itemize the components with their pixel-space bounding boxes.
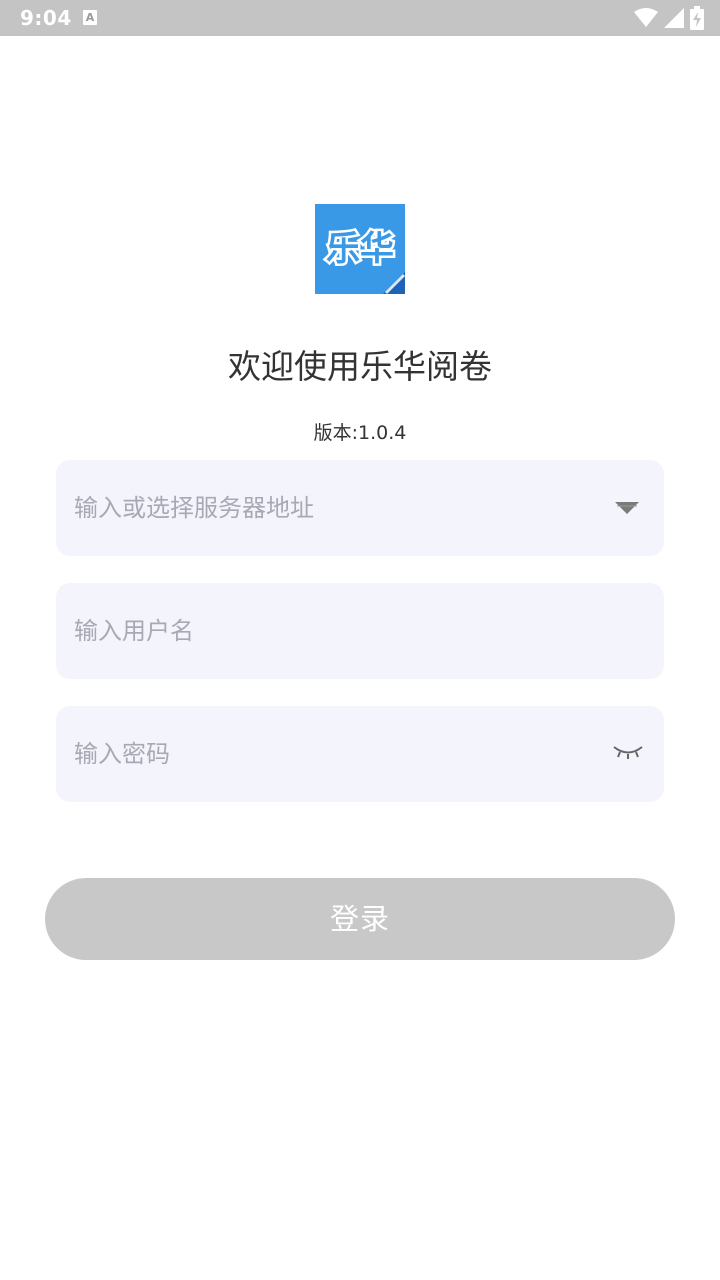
username-placeholder: 输入用户名 [74, 617, 194, 645]
logo-text: 乐华 [326, 229, 394, 269]
welcome-title: 欢迎使用乐华阅卷 [228, 347, 492, 386]
server-address-field[interactable]: 输入或选择服务器地址 [56, 460, 664, 556]
password-placeholder: 输入密码 [74, 740, 170, 768]
version-label: 版本:1.0.4 [313, 422, 407, 444]
eye-closed-icon[interactable] [612, 742, 644, 764]
status-time: 9:04 [20, 6, 72, 30]
wifi-icon [634, 8, 658, 27]
status-icons [634, 6, 704, 30]
dropdown-triangle-icon[interactable] [614, 500, 640, 516]
status-bar: 9:04 A [0, 0, 720, 36]
password-field[interactable]: 输入密码 [56, 706, 664, 802]
login-button[interactable]: 登录 [45, 878, 675, 960]
battery-charging-icon [690, 6, 704, 30]
server-address-placeholder: 输入或选择服务器地址 [74, 494, 314, 522]
app-logo: 乐华 [315, 204, 405, 294]
signal-icon [664, 8, 684, 28]
text-a-icon: A [83, 10, 97, 25]
username-field[interactable]: 输入用户名 [56, 583, 664, 679]
